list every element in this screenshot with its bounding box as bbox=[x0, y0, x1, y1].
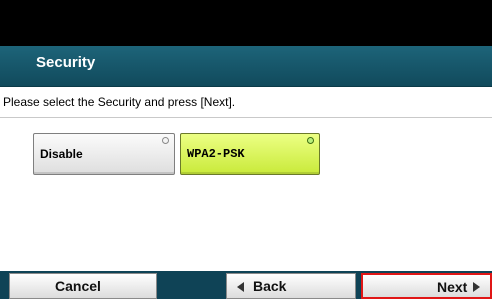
back-button[interactable]: Back bbox=[226, 273, 356, 299]
title-bar: Security bbox=[0, 46, 492, 87]
instruction-text: Please select the Security and press [Ne… bbox=[3, 95, 236, 109]
next-button-label: Next bbox=[437, 279, 468, 295]
cancel-button-label: Cancel bbox=[55, 278, 101, 294]
security-option-wpa2-psk[interactable]: WPA2-PSK bbox=[180, 133, 320, 175]
instruction-bar: Please select the Security and press [Ne… bbox=[0, 87, 492, 118]
radio-selected-icon bbox=[307, 137, 314, 144]
cancel-button[interactable]: Cancel bbox=[9, 273, 157, 299]
back-arrow-icon bbox=[237, 282, 244, 292]
radio-unselected-icon bbox=[162, 137, 169, 144]
page-title: Security bbox=[36, 54, 96, 71]
security-option-disable[interactable]: Disable bbox=[33, 133, 175, 175]
top-black-area bbox=[0, 0, 492, 46]
next-button[interactable]: Next bbox=[361, 273, 492, 299]
option-label-wpa2-psk: WPA2-PSK bbox=[187, 147, 245, 161]
back-button-label: Back bbox=[253, 278, 287, 294]
option-label-disable: Disable bbox=[40, 147, 83, 161]
next-arrow-icon bbox=[473, 282, 480, 292]
